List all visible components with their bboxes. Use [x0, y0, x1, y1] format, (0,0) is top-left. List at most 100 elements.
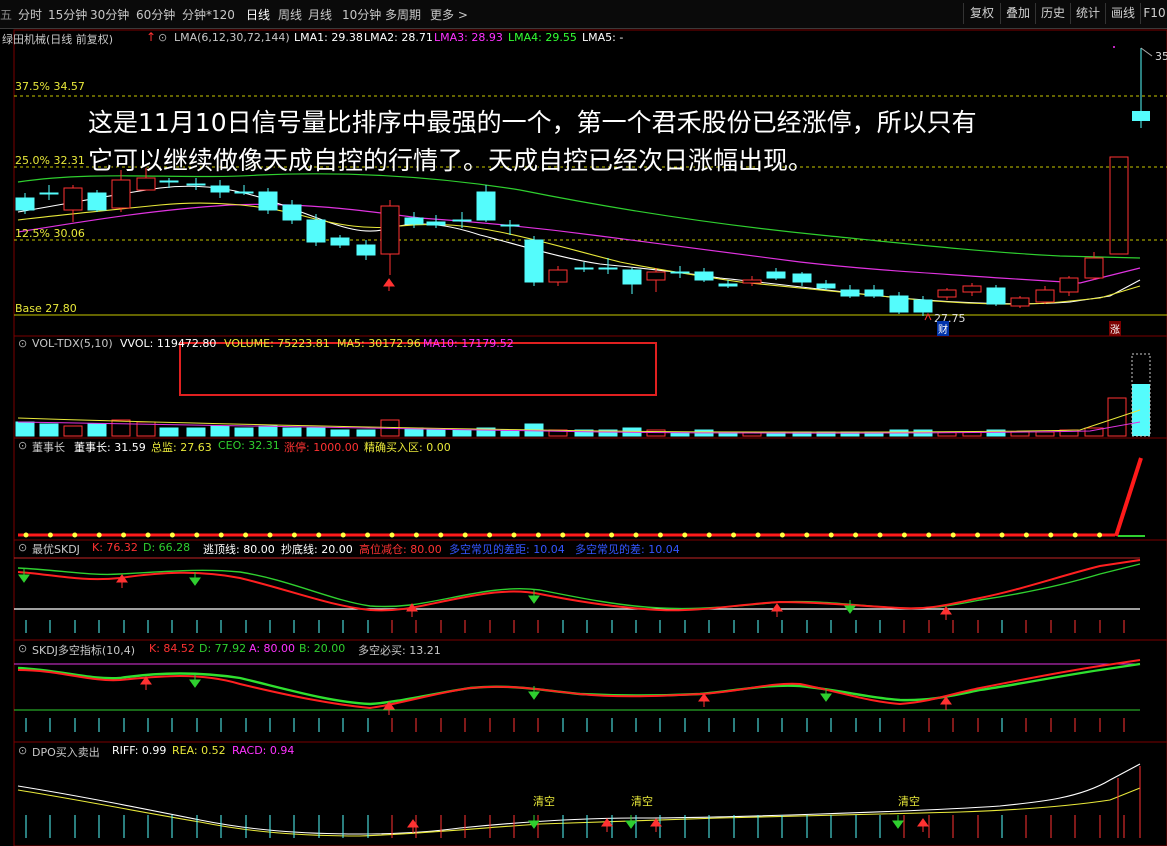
yellow-dot — [340, 532, 346, 538]
panel-toggle-icon[interactable]: ⊙ — [18, 439, 27, 452]
candle-body — [306, 219, 326, 243]
skdj-tick-marks — [25, 620, 1125, 633]
yellow-dot — [47, 532, 53, 538]
yellow-dot — [194, 532, 200, 538]
candle-body — [792, 273, 812, 283]
yellow-dot — [145, 532, 151, 538]
director-value: 总监: 27.63 — [151, 441, 212, 454]
skdj2-d-line — [17, 662, 1141, 706]
panel-toggle-icon[interactable]: ⊙ — [18, 642, 27, 655]
volume-bar — [426, 429, 446, 437]
clear-signal-label: 清空 — [898, 795, 920, 808]
candle-body — [111, 179, 131, 209]
volume-bar-limitup — [1107, 397, 1127, 437]
candle-body — [186, 183, 206, 186]
volume-bar — [1035, 431, 1055, 437]
yellow-dot — [511, 532, 517, 538]
volume-bar — [210, 425, 230, 437]
candle-body — [39, 192, 59, 195]
candle-body — [234, 191, 254, 194]
level-label-250: 25.0% 32.31 — [15, 154, 85, 167]
finance-badge[interactable]: 财 — [937, 321, 949, 336]
candle-body — [646, 271, 666, 281]
yellow-dot — [877, 532, 883, 538]
yellow-dot — [828, 532, 834, 538]
stock-title: 绿田机械(日线 前复权) — [2, 33, 114, 46]
level-label-125: 12.5% 30.06 — [15, 227, 85, 240]
yellow-dot — [169, 532, 175, 538]
volume-bar — [258, 425, 278, 437]
yellow-dot — [560, 532, 566, 538]
skdj2-must-value: 多空必买: 13.21 — [358, 644, 441, 657]
yellow-dot — [706, 532, 712, 538]
candle-body — [962, 285, 982, 293]
candlestick-series — [15, 168, 1104, 316]
volume-bar — [39, 423, 59, 437]
candle-body — [524, 239, 544, 283]
sell-arrow-icon — [18, 569, 30, 583]
volume-value: VOLUME: 75223.81 — [224, 337, 330, 350]
yellow-dot — [462, 532, 468, 538]
yellow-dot — [657, 532, 663, 538]
buy-arrow-icon — [406, 603, 418, 617]
yellow-dot — [23, 532, 29, 538]
volume-bar — [234, 427, 254, 437]
yellow-dot — [901, 532, 907, 538]
yellow-dot — [731, 532, 737, 538]
candle-body — [500, 224, 520, 227]
volume-bar — [306, 427, 326, 437]
candle-body — [598, 267, 618, 270]
candle-body — [766, 271, 786, 279]
vvol-value: VVOL: 119472.80 — [120, 337, 217, 350]
candle-body — [330, 237, 350, 246]
candle-body — [258, 191, 278, 211]
volume-bar — [452, 429, 472, 437]
yellow-dot — [487, 532, 493, 538]
candle-body — [574, 267, 594, 270]
buy-arrow-main — [383, 278, 395, 291]
yellow-dot — [389, 532, 395, 538]
candle-body — [1059, 277, 1079, 293]
annotation-line-2: 它可以继续做像天成自控的行情了。天成自控已经次日涨幅出现。 — [88, 146, 814, 175]
candle-body — [622, 269, 642, 285]
yellow-dot — [779, 532, 785, 538]
panel-toggle-icon[interactable]: ⊙ — [18, 541, 27, 554]
yellow-dot — [804, 532, 810, 538]
yellow-dot — [1072, 532, 1078, 538]
candle-body — [718, 283, 738, 287]
panel-toggle-icon[interactable]: ⊙ — [18, 744, 27, 757]
volume-bar — [186, 427, 206, 437]
buy-arrow-icon — [601, 818, 613, 832]
dpo-title: DPO买入卖出 — [32, 746, 100, 759]
chairman-value: 董事长: 31.59 — [74, 441, 146, 454]
yellow-dot — [1097, 532, 1103, 538]
candle-body — [816, 283, 836, 289]
yellow-dot — [267, 532, 273, 538]
sell-arrow-icon — [892, 815, 904, 829]
yellow-dot — [999, 532, 1005, 538]
skdj2-k-line — [17, 659, 1141, 710]
volume-ma10-value: MA10: 17179.52 — [423, 337, 514, 350]
skdj-k-line — [17, 559, 1141, 612]
volume-bar — [111, 419, 131, 437]
dpo-riff-line — [17, 763, 1141, 835]
yellow-dot — [243, 532, 249, 538]
skdj2-tick-marks — [25, 718, 1125, 732]
dot-marker — [1113, 46, 1115, 48]
dropdown-icon[interactable]: ⊙ — [158, 31, 167, 44]
skdj2-k-value: K: 84.52 — [149, 642, 195, 655]
panel-toggle-icon[interactable]: ⊙ — [18, 337, 27, 350]
volume-bar — [15, 421, 35, 437]
ma3-value: LMA3: 28.93 — [434, 31, 503, 44]
yellow-dot — [535, 532, 541, 538]
yellow-dot — [682, 532, 688, 538]
volume-bar-last — [1132, 384, 1150, 436]
skdj2-signal-arrows — [140, 674, 952, 715]
skdj-d-value: D: 66.28 — [143, 541, 191, 554]
buy-arrow-icon — [698, 693, 710, 707]
sell-arrow-icon — [625, 815, 637, 829]
limit-up-badge[interactable]: 涨 — [1109, 321, 1121, 336]
yellow-dot — [1048, 532, 1054, 538]
candle-body — [63, 187, 83, 211]
candle-body — [1084, 257, 1104, 279]
